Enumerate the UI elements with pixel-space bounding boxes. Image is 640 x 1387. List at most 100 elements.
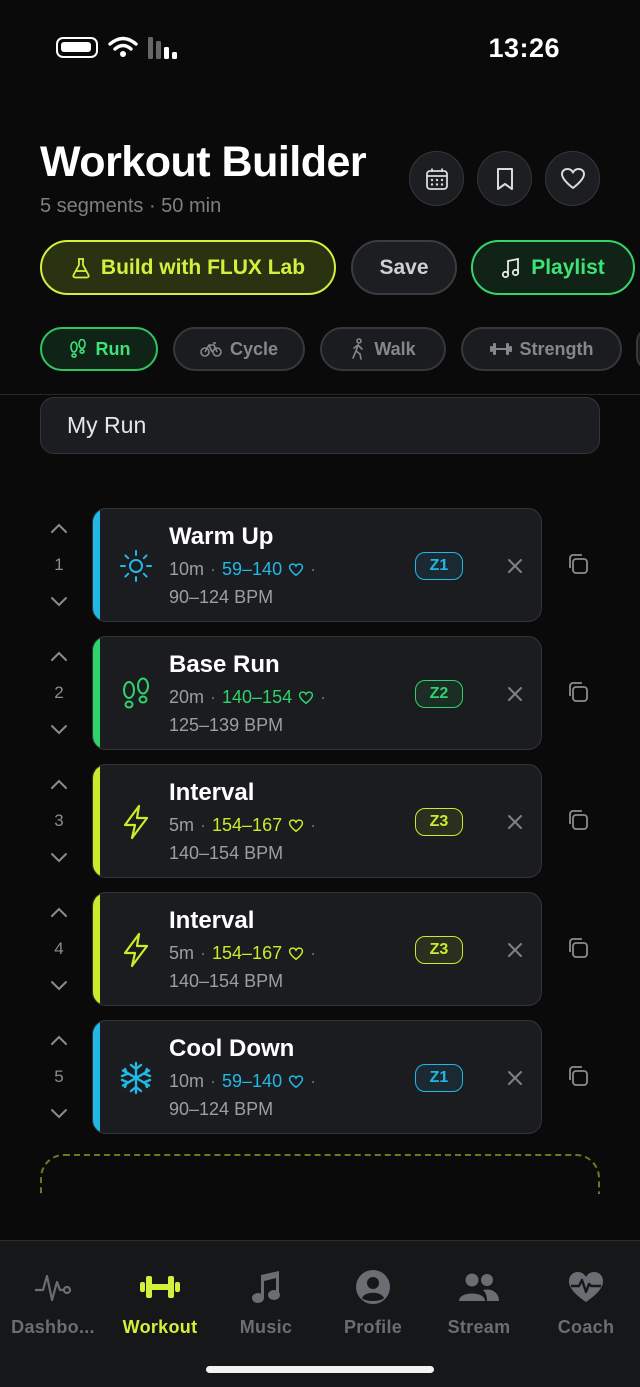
segment-bpm: 90–124 BPM	[169, 587, 274, 607]
segment-hr-range: 59–140	[222, 1071, 283, 1091]
segment-hr-range: 154–167	[212, 815, 283, 835]
segment-card[interactable]: Interval 5m · 154–167 · 140–154 BPM Z3	[92, 892, 542, 1006]
segment-meta: 10m · 59–140 ·	[169, 1071, 317, 1091]
segment-bpm: 125–139 BPM	[169, 715, 284, 735]
reorder-controls: 2	[44, 650, 74, 736]
chevron-up-icon[interactable]	[49, 1034, 69, 1046]
save-button-label: Save	[379, 255, 429, 279]
duplicate-icon[interactable]	[566, 552, 590, 576]
build-with-flux-lab-button[interactable]: Build with FLUX Lab	[40, 240, 336, 295]
segment-card[interactable]: Warm Up 10m · 59–140 · 90–124 BPM Z1	[92, 508, 542, 622]
snowflake-icon	[117, 1059, 155, 1097]
close-icon[interactable]	[503, 1066, 527, 1090]
close-icon[interactable]	[503, 938, 527, 962]
heart-icon	[288, 946, 304, 960]
status-bar: 13:26	[0, 0, 640, 96]
playlist-button[interactable]: Playlist	[471, 240, 635, 295]
activity-chip-more[interactable]	[636, 327, 640, 371]
activity-chip-label: Run	[95, 338, 131, 359]
footprints-icon	[117, 675, 155, 713]
close-icon[interactable]	[503, 810, 527, 834]
activity-chip-strength[interactable]: Strength	[461, 327, 622, 371]
duplicate-icon[interactable]	[566, 808, 590, 832]
chevron-up-icon[interactable]	[49, 650, 69, 662]
page-title: Workout Builder	[40, 138, 367, 186]
duplicate-icon[interactable]	[566, 680, 590, 704]
segment-row: 3 Interval 5m · 154–167 · 140–154 BPM Z3	[0, 764, 640, 878]
tab-label: Dashbo...	[11, 1317, 95, 1337]
segment-accent-bar	[93, 509, 100, 621]
heart-icon	[298, 690, 314, 704]
workout-name-input[interactable]: My Run	[40, 397, 600, 454]
bookmark-button[interactable]	[477, 151, 532, 206]
activity-chip-walk[interactable]: Walk	[320, 327, 446, 371]
activity-chip-label: Strength	[519, 338, 594, 359]
segment-index: 5	[54, 1067, 64, 1086]
segment-duration: 5m	[169, 815, 195, 835]
calendar-button[interactable]	[409, 151, 464, 206]
segment-meta: 10m · 59–140 ·	[169, 559, 317, 579]
tab-music[interactable]: Music	[213, 1267, 319, 1338]
duplicate-icon[interactable]	[566, 936, 590, 960]
add-segment-button[interactable]	[40, 1154, 600, 1194]
zone-badge: Z2	[415, 680, 463, 708]
segment-card[interactable]: Base Run 20m · 140–154 · 125–139 BPM Z2	[92, 636, 542, 750]
cellular-signal-icon	[148, 37, 177, 59]
chevron-up-icon[interactable]	[49, 522, 69, 534]
close-icon[interactable]	[503, 554, 527, 578]
reorder-controls: 5	[44, 1034, 74, 1120]
calendar-icon	[425, 168, 448, 190]
heart-icon	[288, 1074, 304, 1088]
tab-label: Profile	[343, 1317, 403, 1337]
bookmark-icon	[496, 167, 513, 190]
tab-stream[interactable]: Stream	[426, 1267, 532, 1338]
zone-badge: Z3	[415, 808, 463, 836]
segment-card[interactable]: Cool Down 10m · 59–140 · 90–124 BPM Z1	[92, 1020, 542, 1134]
activity-chip-label: Walk	[374, 338, 416, 359]
zone-badge: Z3	[415, 936, 463, 964]
segment-accent-bar	[93, 1021, 100, 1133]
segment-hr-range: 59–140	[222, 559, 283, 579]
chevron-up-icon[interactable]	[49, 906, 69, 918]
segment-row: 5 Cool Down 10m · 59–140 · 90–124 BPM Z1	[0, 1020, 640, 1134]
sun-icon	[117, 547, 155, 585]
tab-workout[interactable]: Workout	[107, 1267, 213, 1338]
tab-dashboard[interactable]: Dashbo...	[0, 1267, 106, 1338]
favorite-button[interactable]	[545, 151, 600, 206]
heart-pulse-icon	[569, 1272, 603, 1302]
chevron-down-icon[interactable]	[49, 852, 69, 864]
lightning-icon	[117, 803, 155, 841]
chevron-down-icon[interactable]	[49, 1108, 69, 1120]
tab-label: Coach	[557, 1317, 615, 1337]
reorder-controls: 4	[44, 906, 74, 992]
segment-hr-range: 154–167	[212, 943, 283, 963]
tab-label: Stream	[447, 1317, 511, 1337]
segment-row: 4 Interval 5m · 154–167 · 140–154 BPM Z3	[0, 892, 640, 1006]
tab-coach[interactable]: Coach	[533, 1267, 639, 1338]
tab-bar: Dashbo... Workout Music Profile Stream C…	[0, 1240, 640, 1387]
activity-chip-run[interactable]: Run	[40, 327, 158, 371]
footprints-icon	[69, 339, 86, 358]
status-time: 13:26	[488, 33, 560, 63]
segment-meta: 5m · 154–167 ·	[169, 815, 317, 835]
playlist-button-label: Playlist	[531, 255, 605, 279]
heart-icon	[560, 167, 585, 189]
segment-duration: 5m	[169, 943, 195, 963]
tab-profile[interactable]: Profile	[320, 1267, 426, 1338]
segment-card[interactable]: Interval 5m · 154–167 · 140–154 BPM Z3	[92, 764, 542, 878]
save-button[interactable]: Save	[351, 240, 457, 295]
chevron-up-icon[interactable]	[49, 778, 69, 790]
segment-bpm: 140–154 BPM	[169, 843, 284, 863]
duplicate-icon[interactable]	[566, 1064, 590, 1088]
segment-bpm: 140–154 BPM	[169, 971, 284, 991]
person-icon	[356, 1270, 390, 1304]
activity-chip-cycle[interactable]: Cycle	[173, 327, 305, 371]
segment-row: 1 Warm Up 10m · 59–140 · 90–124 BPM Z1	[0, 508, 640, 622]
chevron-down-icon[interactable]	[49, 724, 69, 736]
heart-icon	[288, 562, 304, 576]
close-icon[interactable]	[503, 682, 527, 706]
chevron-down-icon[interactable]	[49, 980, 69, 992]
chevron-down-icon[interactable]	[49, 596, 69, 608]
home-indicator	[206, 1366, 434, 1373]
music-note-icon	[502, 257, 520, 278]
